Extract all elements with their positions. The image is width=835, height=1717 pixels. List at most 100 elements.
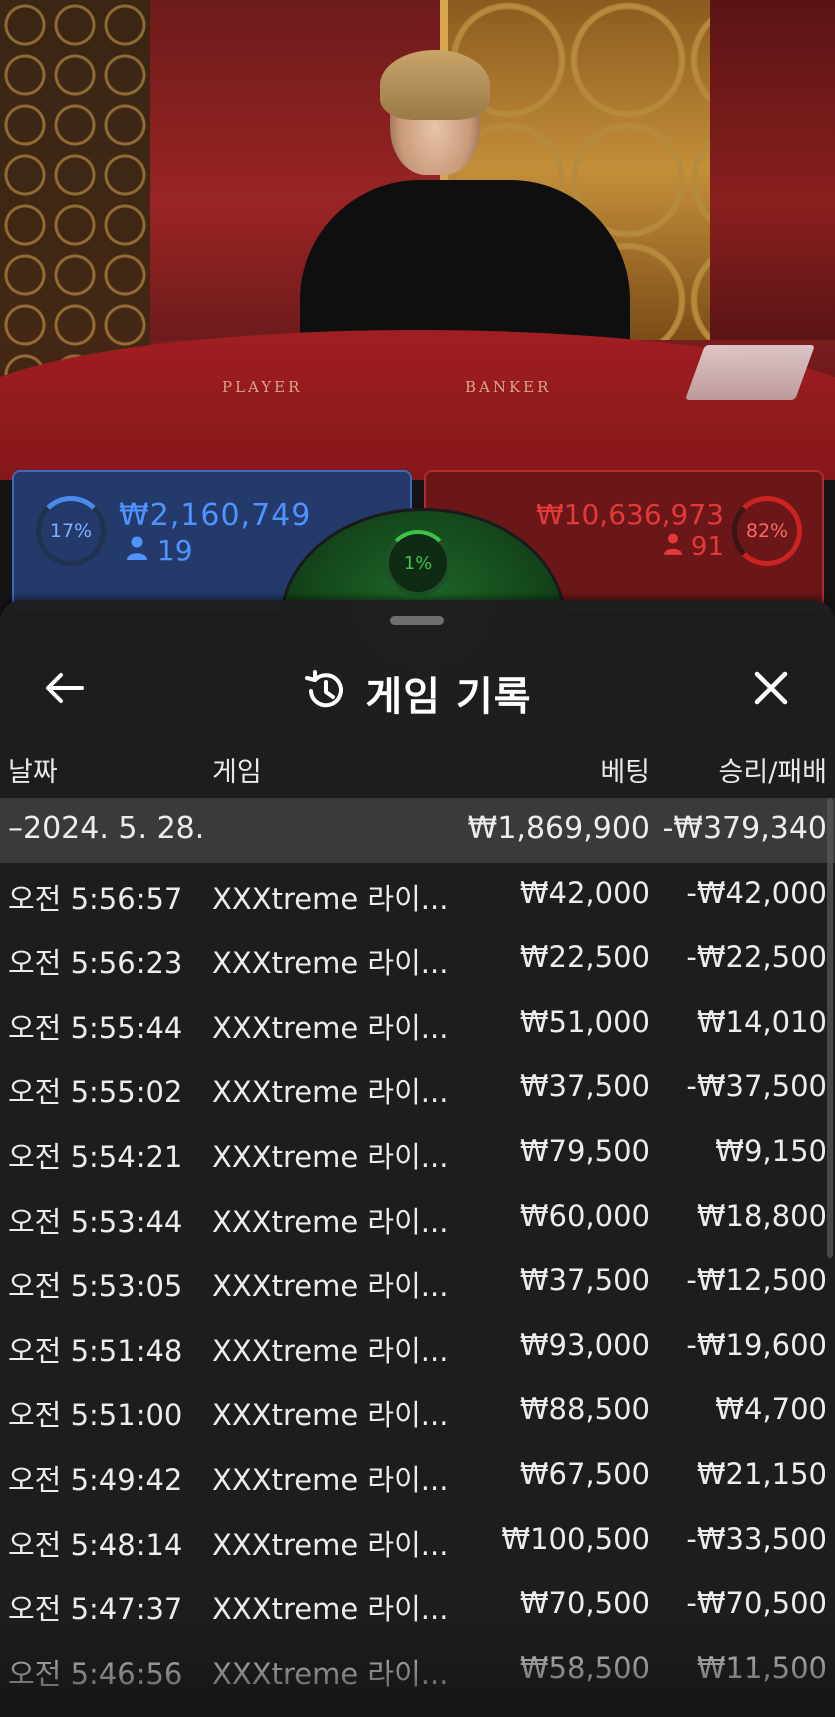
row-time: 오전 5:46:56 (8, 1656, 183, 1691)
row-bet: ₩51,000 (519, 1004, 650, 1039)
row-game: XXXtreme 라이... (212, 1462, 449, 1497)
row-time: 오전 5:47:37 (8, 1592, 183, 1627)
live-video: PLAYER BANKER (0, 0, 835, 480)
sheet-header: 게임 기록 (0, 640, 835, 740)
history-column-headers: 날짜 게임 베팅 승리/패배 (0, 742, 835, 798)
banker-percent-ring: 82% (732, 496, 802, 566)
row-result: ₩21,150 (696, 1456, 827, 1491)
history-scrollbar[interactable] (827, 798, 833, 1258)
row-result: -₩42,000 (686, 875, 827, 910)
row-game: XXXtreme 라이... (212, 1204, 449, 1239)
backdrop-panel-right (710, 0, 835, 340)
table-row[interactable]: 오전 5:53:05 XXXtreme 라이... ₩37,500 -₩12,5… (0, 1250, 835, 1315)
player-count-value: 19 (156, 534, 193, 567)
row-bet: ₩67,500 (519, 1456, 650, 1491)
table-row[interactable]: 오전 5:51:00 XXXtreme 라이... ₩88,500 ₩4,700 (0, 1379, 835, 1444)
row-time: 오전 5:49:42 (8, 1462, 183, 1497)
row-result: ₩4,700 (715, 1392, 827, 1427)
bet-statistics: 17% ₩2,160,749 19 ₩10,636,973 91 82% 1% (0, 470, 835, 734)
history-list: –2024. 5. 28. ₩1,869,900 -₩379,340 오전 5:… (0, 798, 835, 1702)
table-row[interactable]: 오전 5:49:42 XXXtreme 라이... ₩67,500 ₩21,15… (0, 1444, 835, 1509)
table-row[interactable]: 오전 5:56:23 XXXtreme 라이... ₩22,500 -₩22,5… (0, 927, 835, 992)
row-time: 오전 5:53:05 (8, 1269, 183, 1304)
table-row[interactable]: 오전 5:55:44 XXXtreme 라이... ₩51,000 ₩14,01… (0, 992, 835, 1057)
table-row[interactable]: 오전 5:47:37 XXXtreme 라이... ₩70,500 -₩70,5… (0, 1573, 835, 1638)
sheet-title: 게임 기록 (365, 674, 532, 720)
row-result: -₩37,500 (686, 1069, 827, 1104)
row-bet: ₩93,000 (519, 1327, 650, 1362)
sheet-title-group: 게임 기록 (0, 664, 835, 722)
table-row[interactable]: 오전 5:46:56 XXXtreme 라이... ₩58,500 ₩11,50… (0, 1638, 835, 1703)
player-bet-amount: ₩2,160,749 (119, 498, 312, 533)
row-time: 오전 5:51:48 (8, 1333, 183, 1368)
column-game: 게임 (212, 757, 262, 788)
close-icon (753, 670, 789, 710)
row-game: XXXtreme 라이... (212, 1075, 449, 1110)
row-game: XXXtreme 라이... (212, 1592, 449, 1627)
row-result: -₩22,500 (686, 940, 827, 975)
row-bet: ₩60,000 (519, 1198, 650, 1233)
row-bet: ₩58,500 (519, 1650, 650, 1685)
lattice-screen-decor (0, 0, 150, 380)
row-game: XXXtreme 라이... (212, 1333, 449, 1368)
row-result: -₩33,500 (686, 1521, 827, 1556)
row-bet: ₩100,500 (501, 1521, 650, 1556)
row-result: ₩18,800 (696, 1198, 827, 1233)
history-icon (303, 669, 347, 717)
row-result: -₩19,600 (686, 1327, 827, 1362)
banker-percent: 82% (745, 520, 789, 542)
row-result: ₩11,500 (696, 1650, 827, 1685)
row-time: 오전 5:56:23 (8, 946, 183, 981)
table-row[interactable]: 오전 5:55:02 XXXtreme 라이... ₩37,500 -₩37,5… (0, 1056, 835, 1121)
row-bet: ₩88,500 (519, 1392, 650, 1427)
row-result: -₩12,500 (686, 1263, 827, 1298)
day-summary-row[interactable]: –2024. 5. 28. ₩1,869,900 -₩379,340 (0, 798, 835, 863)
sheet-drag-handle[interactable] (390, 616, 444, 625)
day-label: –2024. 5. 28. (8, 811, 205, 846)
table-row[interactable]: 오전 5:53:44 XXXtreme 라이... ₩60,000 ₩18,80… (0, 1186, 835, 1251)
player-percent: 17% (49, 520, 93, 542)
player-bettor-count: 19 (126, 534, 193, 567)
row-game: XXXtreme 라이... (212, 1398, 449, 1433)
row-game: XXXtreme 라이... (212, 1269, 449, 1304)
row-game: XXXtreme 라이... (212, 881, 449, 916)
close-button[interactable] (741, 660, 801, 720)
row-time: 오전 5:55:44 (8, 1010, 183, 1045)
row-time: 오전 5:53:44 (8, 1204, 183, 1239)
table-row[interactable]: 오전 5:54:21 XXXtreme 라이... ₩79,500 ₩9,150 (0, 1121, 835, 1186)
person-icon (663, 532, 691, 562)
row-time: 오전 5:51:00 (8, 1398, 183, 1433)
banker-count-value: 91 (690, 532, 724, 562)
tie-percent: 1% (403, 552, 433, 574)
card-shoe (684, 345, 816, 400)
table-row[interactable]: 오전 5:56:57 XXXtreme 라이... ₩42,000 -₩42,0… (0, 863, 835, 928)
row-bet: ₩22,500 (519, 940, 650, 975)
row-bet: ₩70,500 (519, 1586, 650, 1621)
row-game: XXXtreme 라이... (212, 1527, 449, 1562)
column-bet: 베팅 (600, 757, 650, 788)
row-bet: ₩37,500 (519, 1263, 650, 1298)
row-game: XXXtreme 라이... (212, 1656, 449, 1691)
column-date: 날짜 (8, 757, 58, 788)
row-game: XXXtreme 라이... (212, 946, 449, 981)
banker-bet-amount: ₩10,636,973 (535, 498, 724, 531)
row-result: -₩70,500 (686, 1586, 827, 1621)
banker-bettor-count: 91 (663, 532, 724, 562)
row-bet: ₩42,000 (519, 875, 650, 910)
tie-percent-ring: 1% (385, 530, 451, 596)
row-game: XXXtreme 라이... (212, 1010, 449, 1045)
row-result: ₩14,010 (696, 1004, 827, 1039)
row-bet: ₩37,500 (519, 1069, 650, 1104)
table-row[interactable]: 오전 5:51:48 XXXtreme 라이... ₩93,000 -₩19,6… (0, 1315, 835, 1380)
row-time: 오전 5:54:21 (8, 1139, 183, 1174)
felt-label-player: PLAYER (222, 378, 303, 396)
table-row[interactable]: 오전 5:48:14 XXXtreme 라이... ₩100,500 -₩33,… (0, 1509, 835, 1574)
game-history-sheet: 게임 기록 날짜 게임 베팅 승리/패배 –2024. 5. 28. ₩1,86… (0, 600, 835, 1717)
person-icon (126, 534, 157, 567)
row-time: 오전 5:55:02 (8, 1075, 183, 1110)
day-result-total: -₩379,340 (662, 811, 827, 846)
row-time: 오전 5:48:14 (8, 1527, 183, 1562)
row-time: 오전 5:56:57 (8, 881, 183, 916)
column-result: 승리/패배 (718, 757, 827, 788)
row-game: XXXtreme 라이... (212, 1139, 449, 1174)
